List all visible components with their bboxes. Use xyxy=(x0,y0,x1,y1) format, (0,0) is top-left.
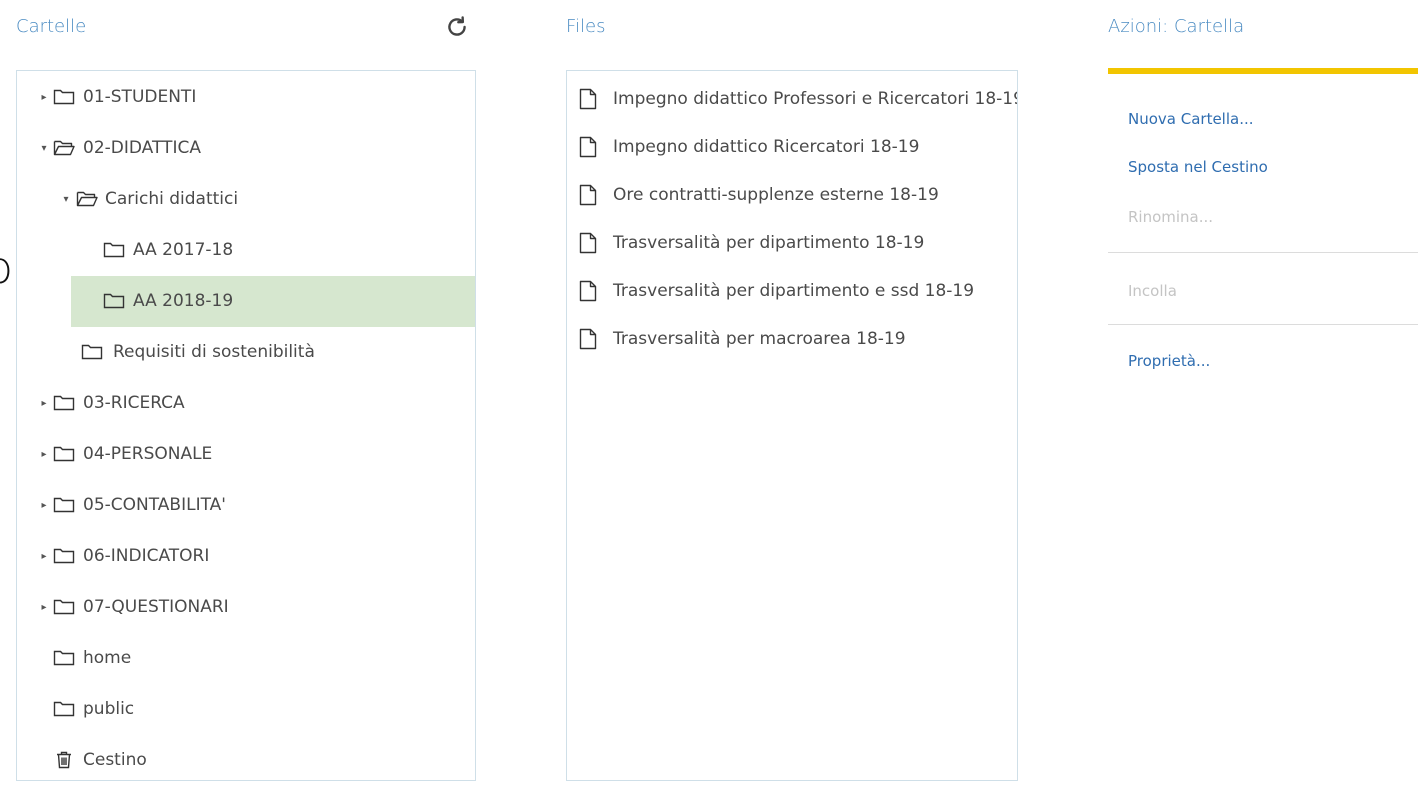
tree-item-label: Cestino xyxy=(83,750,147,770)
folder-icon xyxy=(81,344,103,360)
properties-action[interactable]: Proprietà... xyxy=(1128,352,1210,370)
folder-open-icon xyxy=(53,140,75,156)
folder-icon xyxy=(53,599,75,615)
tree-item-label: Requisiti di sostenibilità xyxy=(113,342,315,362)
tree-item-cestino[interactable]: Cestino xyxy=(17,735,475,786)
file-icon xyxy=(579,328,597,350)
folder-tree-panel: ▸ 01-STUDENTI ▾ 02-DIDATTICA ▾ Carichi d… xyxy=(16,70,476,781)
caret-right-icon[interactable]: ▸ xyxy=(39,378,49,429)
caret-right-icon[interactable]: ▸ xyxy=(39,531,49,582)
caret-right-icon[interactable]: ▸ xyxy=(39,72,49,123)
tree-item-06-indicatori[interactable]: ▸ 06-INDICATORI xyxy=(17,531,475,582)
tree-item-requisiti-di-sostenibilita[interactable]: Requisiti di sostenibilità xyxy=(17,327,475,378)
tree-item-label: AA 2018-19 xyxy=(133,291,234,311)
tree-item-label: 04-PERSONALE xyxy=(83,444,213,464)
caret-right-icon[interactable]: ▸ xyxy=(39,480,49,531)
file-name: Trasversalità per dipartimento e ssd 18-… xyxy=(613,281,975,301)
tree-item-04-personale[interactable]: ▸ 04-PERSONALE xyxy=(17,429,475,480)
tree-item-label: 03-RICERCA xyxy=(83,393,185,413)
tree-item-07-questionari[interactable]: ▸ 07-QUESTIONARI xyxy=(17,582,475,633)
folder-open-icon xyxy=(76,191,98,207)
trash-icon xyxy=(57,751,71,769)
file-item[interactable]: Trasversalità per dipartimento e ssd 18-… xyxy=(567,267,1017,315)
tree-item-label: public xyxy=(83,699,135,719)
file-item[interactable]: Impegno didattico Ricercatori 18-19 xyxy=(567,123,1017,171)
tree-item-carichi-didattici[interactable]: ▾ Carichi didattici xyxy=(17,174,475,225)
tree-item-05-contabilita[interactable]: ▸ 05-CONTABILITA' xyxy=(17,480,475,531)
tree-item-label: home xyxy=(83,648,132,668)
folder-icon xyxy=(103,293,125,309)
file-icon xyxy=(579,88,597,110)
file-item[interactable]: Trasversalità per macroarea 18-19 xyxy=(567,315,1017,363)
tree-item-label: 07-QUESTIONARI xyxy=(83,597,229,617)
file-item[interactable]: Impegno didattico Professori e Ricercato… xyxy=(567,75,1017,123)
caret-right-icon[interactable]: ▸ xyxy=(39,429,49,480)
actions-column-header: Azioni: Cartella xyxy=(1108,16,1245,37)
file-name: Impegno didattico Ricercatori 18-19 xyxy=(613,137,920,157)
file-name: Trasversalità per macroarea 18-19 xyxy=(613,329,906,349)
tree-item-03-ricerca[interactable]: ▸ 03-RICERCA xyxy=(17,378,475,429)
edge-glyph: o xyxy=(0,244,13,294)
tree-item-aa-2017-18[interactable]: AA 2017-18 xyxy=(17,225,475,276)
tree-item-label: 01-STUDENTI xyxy=(83,87,197,107)
caret-down-icon[interactable]: ▾ xyxy=(39,123,49,174)
move-to-trash-action[interactable]: Sposta nel Cestino xyxy=(1128,158,1268,176)
actions-divider xyxy=(1108,324,1418,325)
file-item[interactable]: Ore contratti-supplenze esterne 18-19 xyxy=(567,171,1017,219)
tree-item-aa-2018-19[interactable]: AA 2018-19 xyxy=(71,276,475,327)
file-name: Impegno didattico Professori e Ricercato… xyxy=(613,89,1018,109)
paste-action: Incolla xyxy=(1128,282,1177,300)
folder-icon xyxy=(53,650,75,666)
tree-item-01-studenti[interactable]: ▸ 01-STUDENTI xyxy=(17,72,475,123)
folder-icon xyxy=(53,701,75,717)
rename-action: Rinomina... xyxy=(1128,208,1214,226)
tree-item-label: 06-INDICATORI xyxy=(83,546,210,566)
tree-item-home[interactable]: home xyxy=(17,633,475,684)
tree-item-label: AA 2017-18 xyxy=(133,240,234,260)
file-name: Trasversalità per dipartimento 18-19 xyxy=(613,233,925,253)
tree-item-label: 05-CONTABILITA' xyxy=(83,495,226,515)
files-column-header: Files xyxy=(566,16,606,37)
file-icon xyxy=(579,136,597,158)
actions-divider xyxy=(1108,252,1418,253)
file-icon xyxy=(579,184,597,206)
caret-down-icon[interactable]: ▾ xyxy=(61,174,71,225)
files-panel: Impegno didattico Professori e Ricercato… xyxy=(566,70,1018,781)
folder-tree: ▸ 01-STUDENTI ▾ 02-DIDATTICA ▾ Carichi d… xyxy=(17,71,475,786)
folder-icon xyxy=(53,395,75,411)
caret-right-icon[interactable]: ▸ xyxy=(39,582,49,633)
folder-icon xyxy=(53,89,75,105)
tree-item-public[interactable]: public xyxy=(17,684,475,735)
folder-icon xyxy=(53,446,75,462)
new-folder-action[interactable]: Nuova Cartella... xyxy=(1128,110,1254,128)
folder-icon xyxy=(103,242,125,258)
tree-item-02-didattica[interactable]: ▾ 02-DIDATTICA xyxy=(17,123,475,174)
refresh-icon[interactable] xyxy=(444,14,470,40)
file-name: Ore contratti-supplenze esterne 18-19 xyxy=(613,185,939,205)
folder-icon xyxy=(53,497,75,513)
file-icon xyxy=(579,280,597,302)
tree-item-label: Carichi didattici xyxy=(105,189,239,209)
file-item[interactable]: Trasversalità per dipartimento 18-19 xyxy=(567,219,1017,267)
file-icon xyxy=(579,232,597,254)
actions-accent-bar xyxy=(1108,68,1418,74)
folder-icon xyxy=(53,548,75,564)
tree-item-label: 02-DIDATTICA xyxy=(83,138,201,158)
file-list: Impegno didattico Professori e Ricercato… xyxy=(567,71,1017,363)
folders-column-header: Cartelle xyxy=(16,16,87,37)
